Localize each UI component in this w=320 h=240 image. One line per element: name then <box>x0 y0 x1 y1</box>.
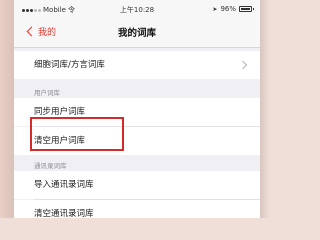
chevron-right-icon <box>238 60 248 70</box>
phone-screen: Mobile 令 上午10:28 ➤ 96% 我的 我的词库 细胞词库/方言词库… <box>14 0 260 218</box>
location-icon: ➤ <box>212 5 218 13</box>
phone-frame-right <box>260 0 270 218</box>
import-contacts-dictionary-label: 导入通讯录词库 <box>34 180 94 190</box>
phone-frame-left <box>0 0 14 218</box>
clear-contacts-dictionary-row[interactable]: 清空通讯录词库 <box>14 200 260 218</box>
cell-dictionary-label: 细胞词库/方言词库 <box>34 60 105 70</box>
navigation-bar: 我的 我的词库 <box>14 17 260 48</box>
battery-icon <box>239 6 254 12</box>
highlight-box <box>30 117 124 151</box>
battery-percent: 96% <box>220 5 236 13</box>
contacts-dictionary-section-header: 通讯录词库 <box>34 162 67 170</box>
user-dictionary-section-header: 用户词库 <box>34 89 60 97</box>
cell-dictionary-row[interactable]: 细胞词库/方言词库 <box>14 51 260 79</box>
status-bar: Mobile 令 上午10:28 ➤ 96% <box>14 0 260 17</box>
page-title: 我的词库 <box>117 28 156 39</box>
clear-contacts-dictionary-label: 清空通讯录词库 <box>34 209 94 218</box>
battery-group: ➤ 96% <box>212 5 254 13</box>
import-contacts-dictionary-row[interactable]: 导入通讯录词库 <box>14 171 260 199</box>
sync-user-dictionary-label: 同步用户词库 <box>34 107 86 117</box>
